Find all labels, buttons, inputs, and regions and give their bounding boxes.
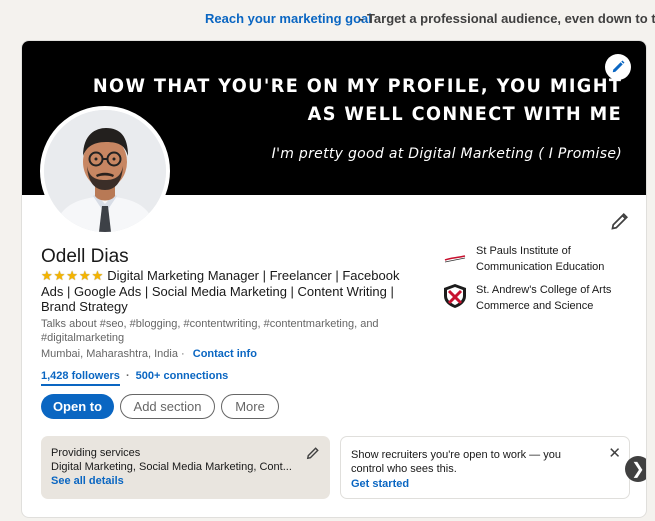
profile-headline: ★★★★★ Digital Marketing Manager | Freelan…: [41, 268, 423, 315]
edit-banner-button[interactable]: [605, 54, 631, 80]
services-title: Providing services: [51, 447, 141, 459]
profile-photo: [44, 110, 166, 232]
add-section-button[interactable]: Add section: [120, 394, 215, 419]
close-icon[interactable]: ✕: [608, 444, 621, 462]
location-separator: ·: [181, 348, 185, 360]
open-to-work-card[interactable]: Show recruiters you're open to work — yo…: [340, 436, 630, 499]
banner-line-1: NOW THAT YOU'RE ON MY PROFILE, YOU MIGHT: [92, 75, 622, 97]
ad-banner: Reach your marketing goal - Target a pro…: [0, 0, 655, 36]
location-line: Mumbai, Maharashtra, India · Contact inf…: [41, 348, 257, 360]
banner-line-2: AS WELL CONNECT WITH ME: [307, 103, 622, 125]
edit-profile-pencil-icon[interactable]: [610, 211, 630, 231]
education-item[interactable]: St Pauls Institute of Communication Educ…: [442, 244, 646, 275]
contact-info-link[interactable]: Contact info: [193, 348, 257, 360]
banner-line-3: I'm pretty good at Digital Marketing ( I…: [271, 146, 622, 162]
edit-services-pencil-icon[interactable]: [306, 446, 320, 460]
connections-link[interactable]: 500+ connections: [136, 370, 229, 382]
carousel-next-button[interactable]: ❯: [625, 456, 646, 482]
open-to-button[interactable]: Open to: [41, 394, 114, 419]
avatar[interactable]: [40, 106, 170, 236]
pencil-icon: [612, 60, 625, 73]
get-started-link[interactable]: Get started: [351, 478, 619, 490]
ad-link[interactable]: Reach your marketing goal: [205, 11, 372, 26]
followers-link[interactable]: 1,428 followers: [41, 370, 120, 386]
star-rating-icons: ★★★★★: [41, 268, 105, 283]
profile-name: Odell Dias: [41, 246, 129, 267]
school-logo-icon: [442, 244, 468, 270]
services-description: Digital Marketing, Social Media Marketin…: [51, 461, 292, 473]
profile-card: NOW THAT YOU'RE ON MY PROFILE, YOU MIGHT…: [21, 40, 647, 518]
network-line: 1,428 followers · 500+ connections: [41, 370, 229, 386]
more-button[interactable]: More: [221, 394, 279, 419]
network-separator: ·: [125, 370, 130, 382]
education-item[interactable]: St. Andrew's College of Arts Commerce an…: [442, 283, 646, 314]
location-text: Mumbai, Maharashtra, India: [41, 348, 178, 360]
college-crest-icon: [444, 284, 466, 308]
talks-about: Talks about #seo, #blogging, #contentwri…: [41, 318, 379, 344]
providing-services-card[interactable]: Providing services Digital Marketing, So…: [41, 436, 330, 499]
ad-text: - Target a professional audience, even d…: [359, 11, 655, 26]
see-all-details-link[interactable]: See all details: [51, 475, 320, 487]
open-to-work-text: Show recruiters you're open to work — yo…: [351, 449, 561, 475]
education-name: St. Andrew's College of Arts Commerce an…: [476, 284, 612, 312]
education-name: St Pauls Institute of Communication Educ…: [476, 245, 605, 273]
